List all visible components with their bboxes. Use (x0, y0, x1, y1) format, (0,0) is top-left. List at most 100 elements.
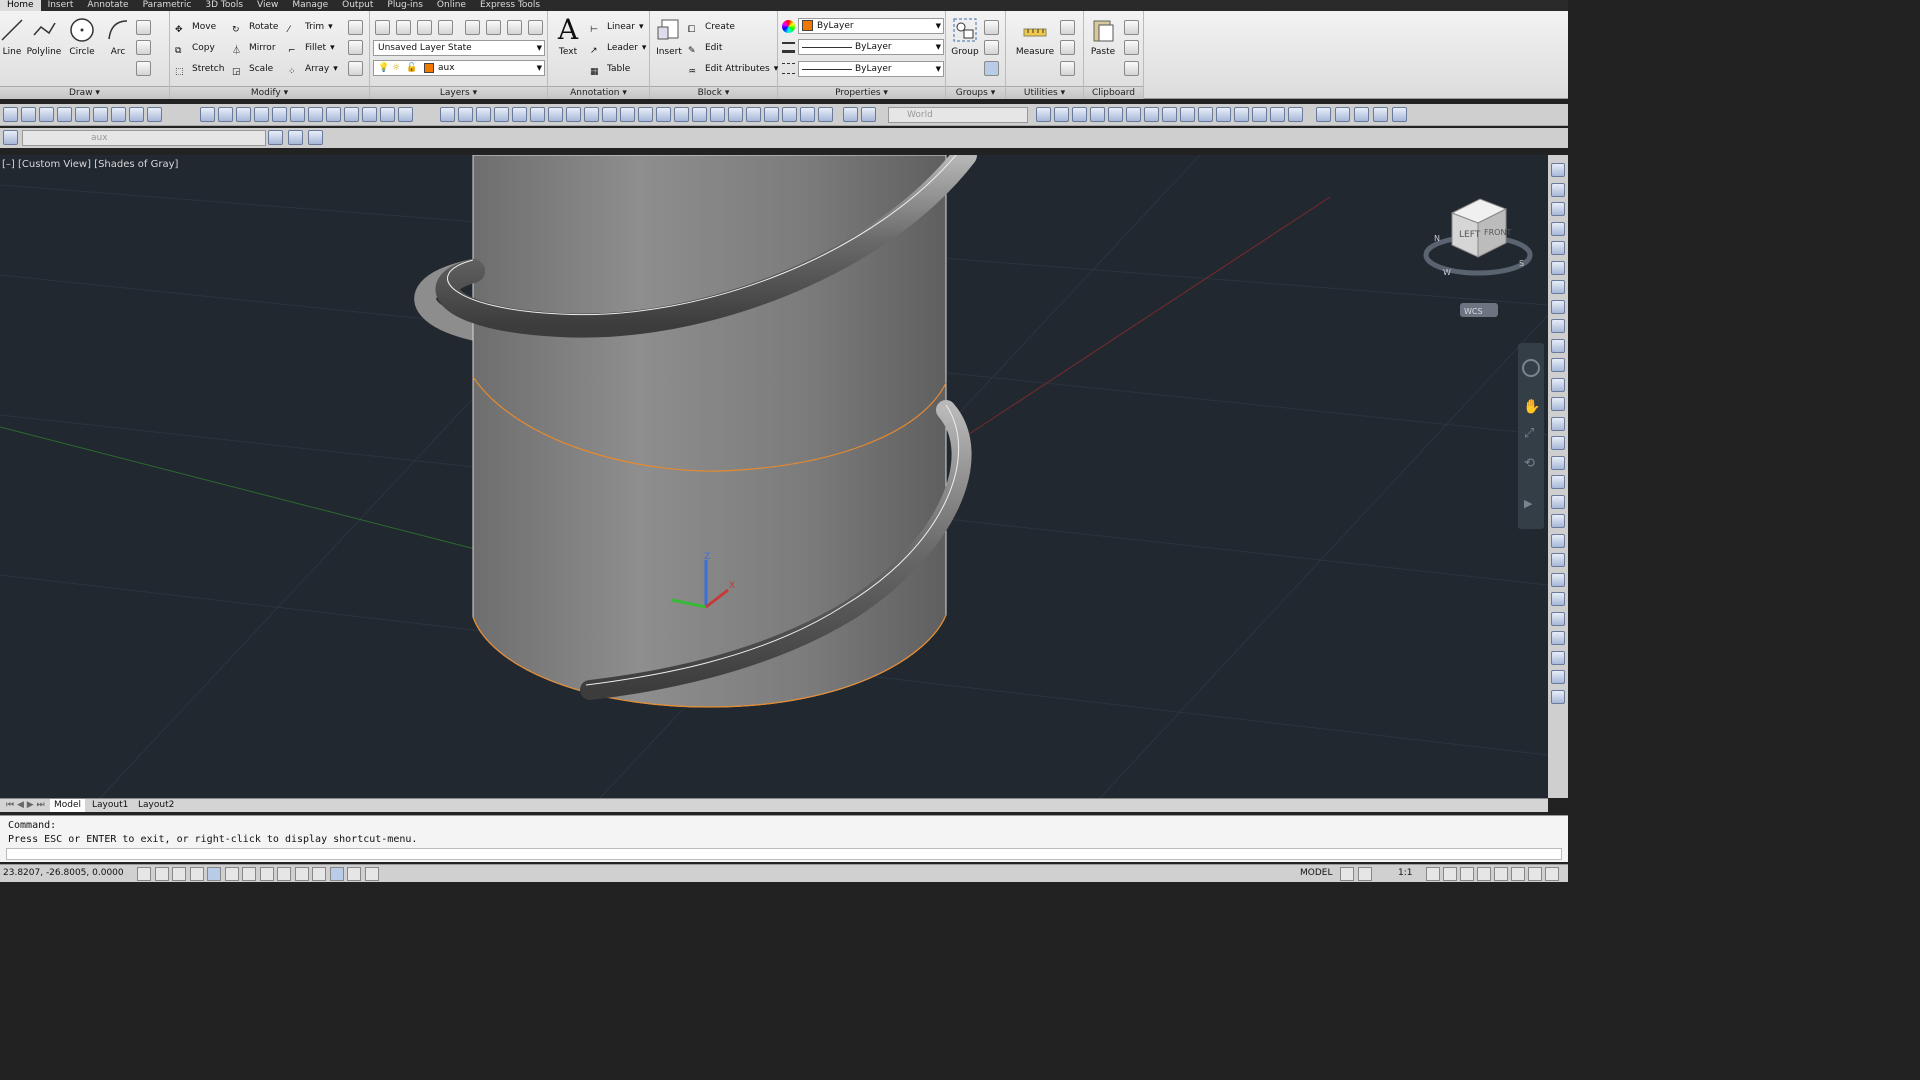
toolbar-tool-icon[interactable] (1354, 107, 1369, 122)
viewcube-left-face[interactable]: LEFT (1459, 230, 1481, 240)
side-tool-icon[interactable] (1551, 299, 1565, 314)
tab-layout2[interactable]: Layout2 (134, 799, 178, 812)
clipboard-panel-title[interactable]: Clipboard (1084, 86, 1143, 99)
toolbar-tool-icon[interactable] (1252, 107, 1267, 122)
group-selection-icon[interactable] (984, 61, 999, 76)
side-tool-icon[interactable] (1551, 182, 1565, 197)
annotation-scale[interactable]: 1:1 (1398, 868, 1412, 878)
tab-annotate[interactable]: Annotate (80, 0, 135, 11)
toolbar-tool-icon[interactable] (1335, 107, 1350, 122)
toolbar-tool-icon[interactable] (344, 107, 359, 122)
leader-button[interactable]: ↗ Leader ▾ (590, 39, 646, 57)
layer-lock-icon[interactable] (507, 20, 522, 35)
side-tool-icon[interactable] (1551, 631, 1565, 645)
group-edit-icon[interactable] (984, 40, 999, 55)
toolbar-tool-icon[interactable] (1036, 107, 1051, 122)
tab-plug-ins[interactable]: Plug-ins (380, 0, 430, 11)
ucs-combo[interactable]: World (888, 107, 1028, 123)
groups-panel-title[interactable]: Groups ▾ (946, 86, 1005, 99)
fillet-button[interactable]: ⌐ Fillet ▾ (288, 39, 335, 57)
toolbar-tool-icon[interactable] (494, 107, 509, 122)
layer-match-icon[interactable] (528, 20, 543, 35)
status-tray-button[interactable] (1426, 867, 1440, 881)
tab-scroll-buttons[interactable]: ⏮ ◀ ▶ ⏭ (2, 799, 49, 812)
status-tray-button[interactable] (1477, 867, 1491, 881)
command-input[interactable] (6, 848, 1562, 860)
toolbar-tool-icon[interactable] (1162, 107, 1177, 122)
drafting-toggle-button[interactable] (137, 867, 151, 881)
toolbar-tool-icon[interactable] (602, 107, 617, 122)
drafting-toggle-button[interactable] (277, 867, 291, 881)
toolbar-tool-icon[interactable] (861, 107, 876, 122)
drafting-toggle-button[interactable] (242, 867, 256, 881)
side-tool-icon[interactable] (1551, 494, 1565, 509)
explode-icon[interactable] (348, 40, 363, 55)
toolbar-tool-icon[interactable] (93, 107, 108, 122)
status-tray-button[interactable] (1340, 867, 1354, 881)
toolbar-tool-icon[interactable] (1144, 107, 1159, 122)
side-tool-icon[interactable] (1551, 397, 1565, 411)
layer-combo[interactable]: 💡 ☼ 🔓 aux ▼ (373, 60, 545, 76)
orbit-icon[interactable]: ⟲ (1524, 456, 1535, 471)
tab-3d-tools[interactable]: 3D Tools (198, 0, 250, 11)
trim-button[interactable]: ⁄ Trim ▾ (288, 18, 333, 36)
toolbar-tool-icon[interactable] (254, 107, 269, 122)
copy-clip-icon[interactable] (1124, 40, 1139, 55)
draw-panel-title[interactable]: Draw ▾ (0, 86, 169, 99)
toolbar-tool-icon[interactable] (674, 107, 689, 122)
toolbar-tool-icon[interactable] (1090, 107, 1105, 122)
toolbar-tool-icon[interactable] (728, 107, 743, 122)
layer-properties-icon[interactable] (375, 20, 390, 35)
layer-previous-tb-icon[interactable] (288, 130, 303, 145)
drawing-viewport[interactable]: Z X LEFT FRONT N S W WCS ✋ ⤢ ⟲ ▶ [–] [Cu… (0, 155, 1548, 798)
layer-states-icon[interactable] (308, 130, 323, 145)
pan-icon[interactable]: ✋ (1523, 398, 1540, 415)
tab-manage[interactable]: Manage (285, 0, 335, 11)
toolbar-tool-icon[interactable] (710, 107, 725, 122)
toolbar-tool-icon[interactable] (57, 107, 72, 122)
table-button[interactable]: ▦ Table (590, 60, 630, 78)
toolbar-tool-icon[interactable] (584, 107, 599, 122)
match-properties-icon[interactable] (1124, 61, 1139, 76)
toolbar-tool-icon[interactable] (818, 107, 833, 122)
side-tool-icon[interactable] (1551, 338, 1565, 353)
toolbar-tool-icon[interactable] (638, 107, 653, 122)
toolbar-tool-icon[interactable] (272, 107, 287, 122)
layer-isolate-icon[interactable] (417, 20, 432, 35)
side-tool-icon[interactable] (1551, 241, 1565, 255)
tab-home[interactable]: Home (0, 0, 41, 11)
drafting-toggle-button[interactable] (154, 867, 169, 881)
drafting-toggle-button[interactable] (364, 867, 379, 881)
tab-online[interactable]: Online (430, 0, 473, 11)
toolbar-tool-icon[interactable] (3, 107, 18, 122)
utilities-panel-title[interactable]: Utilities ▾ (1006, 86, 1083, 99)
cut-icon[interactable] (1124, 20, 1139, 35)
rotate-button[interactable]: ↻ Rotate (232, 18, 278, 36)
tab-express-tools[interactable]: Express Tools (473, 0, 547, 11)
side-tool-icon[interactable] (1551, 689, 1565, 704)
model-canvas[interactable]: Z X LEFT FRONT N S W WCS ✋ ⤢ ⟲ ▶ (0, 155, 1548, 798)
zoom-extents-icon[interactable]: ⤢ (1524, 426, 1534, 441)
side-tool-icon[interactable] (1551, 514, 1565, 528)
side-tool-icon[interactable] (1551, 319, 1565, 333)
erase-icon[interactable] (348, 20, 363, 35)
status-tray-button[interactable] (1511, 867, 1525, 881)
drafting-toggle-button[interactable] (207, 867, 221, 881)
toolbar-tool-icon[interactable] (782, 107, 797, 122)
showmotion-icon[interactable]: ▶ (1524, 497, 1533, 510)
properties-panel-title[interactable]: Properties ▾ (778, 86, 945, 99)
toolbar-tool-icon[interactable] (1180, 107, 1195, 122)
tab-layout1[interactable]: Layout1 (88, 799, 132, 812)
layer-manager-icon[interactable] (3, 130, 18, 145)
tab-insert[interactable]: Insert (41, 0, 81, 11)
toolbar-tool-icon[interactable] (1234, 107, 1249, 122)
ungroup-icon[interactable] (984, 20, 999, 35)
toolbar-tool-icon[interactable] (218, 107, 233, 122)
quick-select-icon[interactable] (1060, 20, 1075, 35)
toolbar-tool-icon[interactable] (800, 107, 815, 122)
toolbar-tool-icon[interactable] (326, 107, 341, 122)
paste-button[interactable]: Paste (1085, 17, 1121, 57)
lineweight-combo[interactable]: ByLayer ▼ (798, 39, 944, 55)
toolbar-tool-icon[interactable] (1392, 107, 1407, 122)
model-space-toggle[interactable]: MODEL (1300, 868, 1332, 878)
